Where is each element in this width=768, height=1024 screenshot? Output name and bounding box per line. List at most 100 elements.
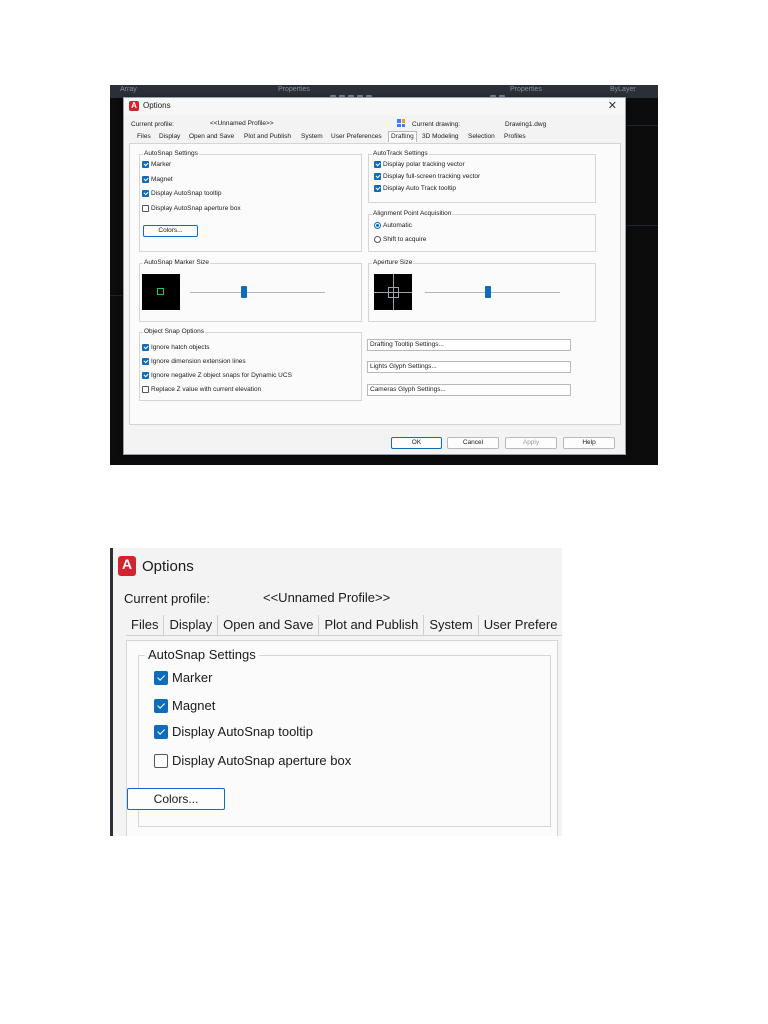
checkbox-checked-icon[interactable] (374, 185, 381, 192)
ribbon-layer-icons[interactable] (490, 88, 508, 101)
checkbox-checked-icon[interactable] (142, 176, 149, 183)
ignore-hatch-checkbox[interactable]: Ignore hatch objects (142, 344, 210, 351)
autosnap-colors-button[interactable]: Colors... (143, 225, 198, 237)
tab-open-and-save[interactable]: Open and Save (188, 133, 235, 140)
current-profile-value: <<Unnamed Profile>> (210, 120, 274, 127)
options-dialog: A Options ✕ Current profile: <<Unnamed P… (123, 97, 626, 455)
ribbon-bylayer-label[interactable]: ByLayer (610, 86, 636, 93)
tab-plot-and-publish[interactable]: Plot and Publish (319, 615, 425, 635)
cad-grid-line (110, 295, 123, 296)
apply-button[interactable]: Apply (505, 437, 557, 449)
automatic-radio[interactable]: Automatic (374, 222, 412, 229)
magnet-checkbox[interactable]: Magnet (154, 698, 215, 713)
aperture-box-checkbox[interactable]: Display AutoSnap aperture box (154, 753, 351, 768)
help-button[interactable]: Help (563, 437, 615, 449)
aperture-preview (374, 274, 412, 310)
checkbox-checked-icon[interactable] (142, 190, 149, 197)
ribbon-array-label[interactable]: Array (120, 86, 137, 93)
checkbox-checked-icon[interactable] (142, 161, 149, 168)
autocad-logo-icon: A (129, 101, 139, 111)
radio-unselected-icon[interactable] (374, 236, 381, 243)
tab-drafting[interactable]: Drafting (388, 131, 417, 142)
radio-selected-icon[interactable] (374, 222, 381, 229)
marker-size-slider-track[interactable] (190, 292, 325, 293)
drawing-file-icon (397, 119, 405, 127)
tab-user-preferences[interactable]: User Preferences (330, 133, 383, 140)
autotrack-settings-title: AutoTrack Settings (372, 150, 429, 157)
autosnap-tooltip-checkbox[interactable]: Display AutoSnap tooltip (154, 724, 313, 739)
aperture-size-group: Aperture Size (368, 259, 596, 322)
checkbox-checked-icon[interactable] (142, 344, 149, 351)
marker-size-group: AutoSnap Marker Size (139, 259, 362, 322)
tab-user-preferences[interactable]: User Prefere (479, 615, 562, 635)
tab-files[interactable]: Files (126, 615, 165, 635)
current-profile-label: Current profile: (124, 591, 210, 606)
checkbox-checked-icon[interactable] (374, 173, 381, 180)
polar-tracking-checkbox[interactable]: Display polar tracking vector (374, 161, 465, 168)
marker-checkbox[interactable]: Marker (154, 670, 212, 685)
dialog-title: Options (143, 101, 171, 110)
shift-to-acquire-label: Shift to acquire (383, 236, 427, 243)
object-snap-options-title: Object Snap Options (143, 328, 205, 335)
ribbon-properties-label[interactable]: Properties (278, 86, 310, 93)
magnet-label: Magnet (151, 176, 173, 183)
marker-square-icon (157, 288, 164, 295)
replace-z-checkbox[interactable]: Replace Z value with current elevation (142, 386, 261, 393)
close-icon[interactable]: ✕ (608, 99, 617, 112)
tab-display[interactable]: Display (158, 133, 181, 140)
tab-selection[interactable]: Selection (467, 133, 496, 140)
tab-plot-and-publish[interactable]: Plot and Publish (243, 133, 292, 140)
aperture-size-title: Aperture Size (372, 259, 414, 266)
autosnap-tooltip-checkbox[interactable]: Display AutoSnap tooltip (142, 190, 221, 197)
alignment-acquisition-group: Alignment Point Acquisition Automatic Sh… (368, 210, 596, 252)
current-profile-value: <<Unnamed Profile>> (263, 590, 391, 605)
lights-glyph-settings-button[interactable]: Lights Glyph Settings... (367, 361, 571, 373)
tab-3d-modeling[interactable]: 3D Modeling (421, 133, 460, 140)
autotrack-settings-group: AutoTrack Settings Display polar trackin… (368, 150, 596, 203)
ok-button[interactable]: OK (391, 437, 442, 449)
tab-display[interactable]: Display (164, 615, 219, 635)
tab-profiles[interactable]: Profiles (503, 133, 527, 140)
magnet-checkbox[interactable]: Magnet (142, 176, 173, 183)
ribbon-tool-icons[interactable] (330, 88, 375, 101)
checkbox-checked-icon[interactable] (142, 372, 149, 379)
checkbox-unchecked-icon[interactable] (142, 386, 149, 393)
tab-open-and-save[interactable]: Open and Save (218, 615, 320, 635)
alignment-acquisition-title: Alignment Point Acquisition (372, 210, 453, 217)
ribbon-properties-label-2[interactable]: Properties (510, 86, 542, 93)
checkbox-checked-icon[interactable] (142, 358, 149, 365)
tab-system[interactable]: System (300, 133, 324, 140)
ignore-negative-z-checkbox[interactable]: Ignore negative Z object snaps for Dynam… (142, 372, 292, 379)
checkbox-unchecked-icon[interactable] (154, 753, 168, 768)
polar-tracking-label: Display polar tracking vector (383, 161, 465, 168)
drafting-tooltip-settings-button[interactable]: Drafting Tooltip Settings... (367, 339, 571, 351)
dialog-title-bar[interactable]: A Options ✕ (124, 98, 625, 115)
autosnap-settings-title: AutoSnap Settings (143, 150, 199, 157)
marker-size-slider-thumb[interactable] (241, 286, 247, 298)
drafting-tab-panel: AutoSnap Settings Marker Magnet Display … (129, 143, 621, 425)
autotrack-tooltip-checkbox[interactable]: Display Auto Track tooltip (374, 185, 456, 192)
cameras-glyph-settings-button[interactable]: Cameras Glyph Settings... (367, 384, 571, 396)
checkbox-checked-icon[interactable] (154, 670, 168, 685)
marker-checkbox[interactable]: Marker (142, 161, 171, 168)
checkbox-checked-icon[interactable] (374, 161, 381, 168)
aperture-box-label: Display AutoSnap aperture box (151, 205, 241, 212)
checkbox-checked-icon[interactable] (154, 724, 168, 739)
tab-system[interactable]: System (424, 615, 479, 635)
ignore-negative-z-label: Ignore negative Z object snaps for Dynam… (151, 372, 292, 379)
checkbox-unchecked-icon[interactable] (142, 205, 149, 212)
aperture-size-slider-track[interactable] (425, 292, 560, 293)
autosnap-colors-button[interactable]: Colors... (127, 788, 225, 810)
aperture-box-checkbox[interactable]: Display AutoSnap aperture box (142, 205, 241, 212)
fullscreen-tracking-label: Display full-screen tracking vector (383, 173, 481, 180)
ignore-dimension-checkbox[interactable]: Ignore dimension extension lines (142, 358, 246, 365)
cancel-button[interactable]: Cancel (447, 437, 499, 449)
aperture-size-slider-thumb[interactable] (485, 286, 492, 298)
checkbox-checked-icon[interactable] (154, 698, 168, 713)
fullscreen-tracking-checkbox[interactable]: Display full-screen tracking vector (374, 173, 480, 180)
tab-files[interactable]: Files (136, 133, 152, 140)
autosnap-settings-group: AutoSnap Settings Marker Magnet Display … (139, 150, 362, 252)
autosnap-zoomed-screenshot: A Options Current profile: <<Unnamed Pro… (110, 548, 562, 836)
magnet-label: Magnet (172, 698, 216, 713)
shift-to-acquire-radio[interactable]: Shift to acquire (374, 236, 426, 243)
